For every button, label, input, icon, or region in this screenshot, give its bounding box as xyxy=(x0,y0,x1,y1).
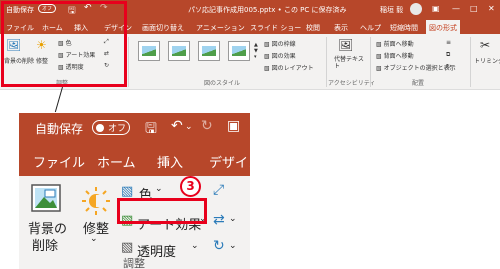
selection-pane-button[interactable]: ▧ オブジェクトの選択と表示 xyxy=(376,63,456,72)
transparency-icon: ▧ xyxy=(121,240,134,255)
toggle-state: オフ xyxy=(108,124,127,134)
remove-background-icon xyxy=(31,184,61,212)
crop-button[interactable]: トリミング xyxy=(474,56,500,65)
customize-icon[interactable]: ▣ xyxy=(227,118,240,134)
user-name[interactable]: 稲垣 毅 xyxy=(380,5,403,15)
close-icon[interactable]: ✕ xyxy=(488,4,495,13)
autosave-label: 自動保存 xyxy=(35,122,84,136)
change-picture-dropdown-icon[interactable]: ⌄ xyxy=(229,214,237,224)
remove-background-label-2[interactable]: 削除 xyxy=(32,235,58,254)
redo-icon[interactable]: ↻ xyxy=(201,118,213,134)
style-thumb[interactable] xyxy=(138,41,160,61)
ribbon-display-icon[interactable]: ▣ xyxy=(432,4,440,13)
tab-slideshow[interactable]: スライド ショー xyxy=(250,23,301,33)
tab-transitions[interactable]: 画面切り替え xyxy=(142,23,184,33)
adjust-group-highlight xyxy=(1,1,127,87)
adjust-group-label: 調整 xyxy=(123,257,145,269)
bring-forward-button[interactable]: ▧ 前面へ移動 xyxy=(376,39,414,48)
alt-text-icon: 🖼 xyxy=(338,38,354,52)
tab-animations[interactable]: アニメーション xyxy=(196,23,245,33)
tab-help[interactable]: ヘルプ xyxy=(360,23,381,33)
rotate-icon[interactable]: ↻ xyxy=(446,63,451,70)
maximize-icon[interactable]: □ xyxy=(470,4,478,13)
style-thumb[interactable] xyxy=(168,41,190,61)
picture-border-button[interactable]: ▧ 図の枠線 xyxy=(264,39,296,48)
change-picture-icon[interactable]: ⇄ xyxy=(213,212,225,228)
transparency-dropdown-icon[interactable]: ⌄ xyxy=(191,241,199,251)
send-backward-button[interactable]: ▧ 背面へ移動 xyxy=(376,51,414,60)
compress-pictures-icon[interactable]: ⤢ xyxy=(213,182,224,198)
color-dropdown-icon[interactable]: ⌄ xyxy=(155,184,163,194)
tab-design[interactable]: デザイン xyxy=(209,152,250,171)
crop-icon: ✂ xyxy=(480,38,491,52)
group-icon[interactable]: ⧉ xyxy=(446,51,450,59)
picture-layout-button[interactable]: ▧ 図のレイアウト xyxy=(264,63,314,72)
align-icon[interactable]: ≡ xyxy=(446,39,451,46)
artistic-effects-highlight xyxy=(117,198,207,224)
divider xyxy=(326,37,327,87)
corrections-icon xyxy=(82,187,110,215)
divider xyxy=(128,37,129,87)
tab-shortcut[interactable]: 短縮時間 xyxy=(390,23,418,33)
avatar[interactable] xyxy=(410,3,422,15)
alt-text-button[interactable]: 代替テキスト xyxy=(334,56,364,70)
toggle-knob xyxy=(96,123,104,132)
divider xyxy=(470,37,471,87)
color-icon: ▧ xyxy=(121,184,134,199)
tab-insert[interactable]: 挿入 xyxy=(157,152,183,171)
reset-picture-dropdown-icon[interactable]: ⌄ xyxy=(229,241,237,251)
save-icon[interactable]: 🖫 xyxy=(145,118,157,142)
style-thumb[interactable] xyxy=(198,41,220,61)
style-thumb[interactable] xyxy=(228,41,250,61)
tab-picture-format[interactable]: 図の形式 xyxy=(426,20,460,34)
undo-dropdown-icon[interactable]: ⌄ xyxy=(185,122,193,132)
gallery-more-icon[interactable]: ▲ ▼ ▾ xyxy=(254,42,258,60)
reset-picture-icon[interactable]: ↻ xyxy=(213,238,225,254)
picture-styles-group-label: 図のスタイル xyxy=(204,80,241,87)
callout-line xyxy=(54,86,63,113)
tab-view[interactable]: 表示 xyxy=(334,23,348,33)
arrange-group-label: 配置 xyxy=(412,80,425,87)
corrections-dropdown-icon[interactable]: ⌄ xyxy=(90,234,98,244)
divider xyxy=(370,37,371,87)
tab-file[interactable]: ファイル xyxy=(33,152,85,171)
zoom-title-bar: 自動保存 オフ 🖫 ↶ ⌄ ↻ ▣ xyxy=(19,113,250,140)
zoomed-ribbon: 自動保存 オフ 🖫 ↶ ⌄ ↻ ▣ ファイル ホーム 挿入 デザイン 背景の 削… xyxy=(19,113,250,269)
autosave-toggle[interactable]: オフ xyxy=(92,120,130,135)
step-badge: 3 xyxy=(180,176,201,197)
undo-icon[interactable]: ↶ xyxy=(171,118,183,134)
tab-review[interactable]: 校閲 xyxy=(306,23,320,33)
accessibility-group-label: アクセシビリティ xyxy=(328,80,376,87)
minimize-icon[interactable]: — xyxy=(452,4,460,13)
zoom-ribbon-tabs: ファイル ホーム 挿入 デザイン xyxy=(19,140,250,176)
picture-effects-button[interactable]: ▧ 図の効果 xyxy=(264,51,296,60)
file-title: パソ応記事作成用005.pptx • この PC に保存済み xyxy=(188,6,347,14)
tab-home[interactable]: ホーム xyxy=(97,152,136,171)
